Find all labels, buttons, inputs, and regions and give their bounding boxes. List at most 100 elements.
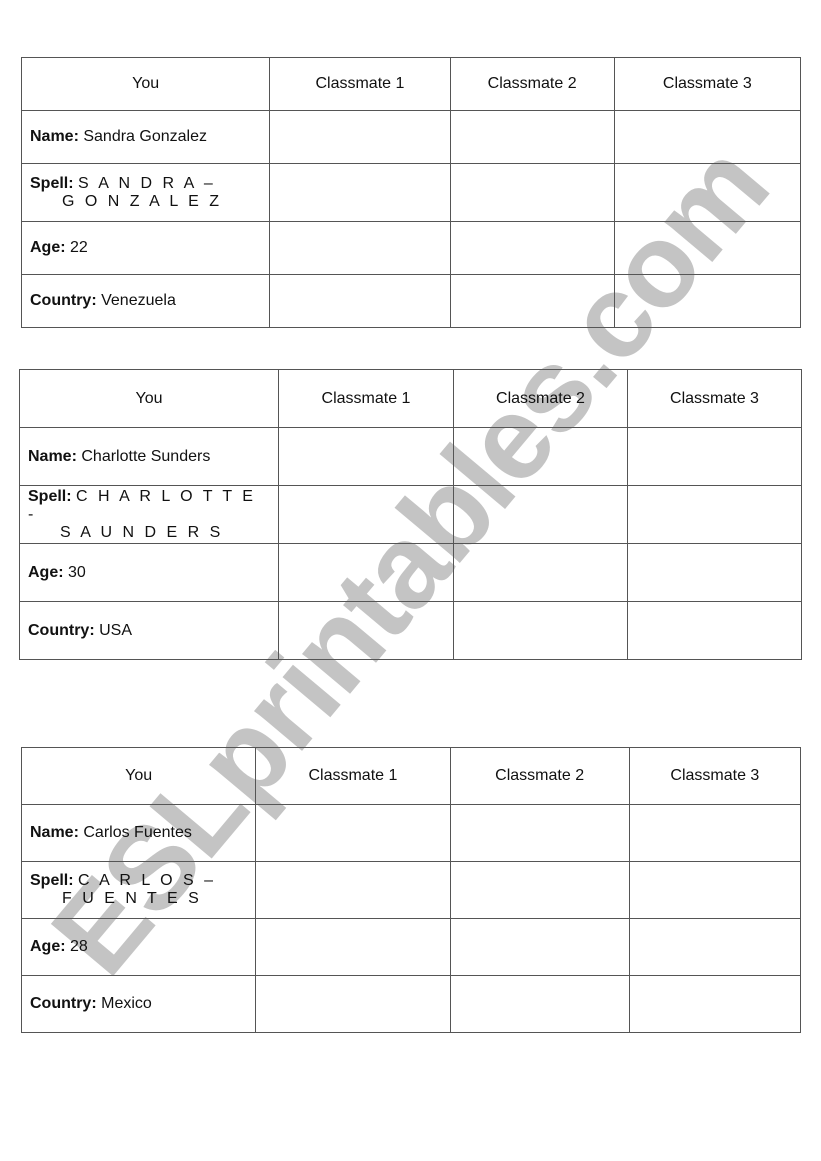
classmate-3-name-cell[interactable]: [627, 427, 802, 486]
age-label: Age:: [28, 563, 64, 581]
classmate-2-country-cell[interactable]: [453, 601, 628, 660]
spell-value-line2: G O N Z A L E Z: [62, 192, 222, 210]
classmate-1-spell-cell[interactable]: [255, 861, 451, 919]
header-classmate-2: Classmate 2: [449, 747, 630, 805]
name-label: Name:: [30, 824, 79, 841]
header-you: You: [19, 369, 279, 428]
classmate-1-age-cell[interactable]: [269, 221, 451, 275]
header-classmate-1: Classmate 1: [278, 369, 454, 428]
classmate-1-age-cell[interactable]: [255, 918, 451, 976]
spell-cell: Spell: C A R L O S – F U E N T E S: [20, 861, 257, 919]
age-label: Age:: [30, 239, 66, 256]
name-cell: Name: Charlotte Sunders: [19, 427, 279, 486]
age-value: 30: [68, 563, 86, 581]
name-cell: Name: Sandra Gonzalez: [20, 110, 271, 164]
header-row: You Classmate 1 Classmate 2 Classmate 3: [20, 57, 802, 111]
country-label: Country:: [30, 292, 97, 309]
classmate-2-spell-cell[interactable]: [449, 163, 615, 222]
country-label: Country:: [28, 621, 95, 639]
country-value: USA: [99, 621, 133, 639]
classmate-2-spell-cell[interactable]: [449, 861, 630, 919]
classmate-1-name-cell[interactable]: [255, 804, 451, 862]
name-value: Sandra Gonzalez: [83, 128, 207, 145]
classmate-2-name-cell[interactable]: [449, 804, 630, 862]
country-row: Country: USA: [19, 601, 802, 660]
classmate-3-name-cell[interactable]: [613, 110, 802, 164]
country-row: Country: Mexico: [20, 975, 802, 1033]
classmate-2-age-cell[interactable]: [449, 221, 615, 275]
spell-value-line1: S A N D R A –: [78, 174, 216, 192]
classmate-2-age-cell[interactable]: [449, 918, 630, 976]
classmate-2-country-cell[interactable]: [449, 975, 630, 1033]
classmate-3-age-cell[interactable]: [627, 543, 802, 602]
age-row: Age: 22: [20, 221, 802, 275]
spell-value-line2: S A U N D E R S: [60, 523, 224, 541]
spell-label: Spell:: [28, 487, 72, 505]
country-value: Mexico: [101, 995, 152, 1012]
classmate-1-country-cell[interactable]: [269, 274, 451, 328]
country-cell: Country: Venezuela: [20, 274, 271, 328]
classmate-2-country-cell[interactable]: [449, 274, 615, 328]
classmate-1-name-cell[interactable]: [278, 427, 454, 486]
age-row: Age: 30: [19, 543, 802, 602]
country-label: Country:: [30, 995, 97, 1012]
classmate-2-spell-cell[interactable]: [453, 485, 628, 544]
name-row: Name: Charlotte Sunders: [19, 427, 802, 486]
classmate-2-age-cell[interactable]: [453, 543, 628, 602]
spell-cell: Spell: S A N D R A – G O N Z A L E Z: [20, 163, 271, 222]
classmate-3-spell-cell[interactable]: [613, 163, 802, 222]
classmate-1-spell-cell[interactable]: [269, 163, 451, 222]
age-value: 22: [70, 239, 88, 256]
age-cell: Age: 30: [19, 543, 279, 602]
header-classmate-3: Classmate 3: [628, 747, 802, 805]
spell-cell: Spell: C H A R L O T T E -S A U N D E R …: [19, 485, 279, 544]
name-cell: Name: Carlos Fuentes: [20, 804, 257, 862]
spell-value-line2: F U E N T E S: [62, 890, 202, 907]
classmate-1-country-cell[interactable]: [255, 975, 451, 1033]
header-classmate-2: Classmate 2: [449, 57, 615, 111]
profile-table-1: You Classmate 1 Classmate 2 Classmate 3 …: [20, 57, 802, 328]
name-value: Carlos Fuentes: [83, 824, 192, 841]
classmate-3-age-cell[interactable]: [628, 918, 802, 976]
age-row: Age: 28: [20, 918, 802, 976]
age-label: Age:: [30, 938, 66, 955]
header-classmate-3: Classmate 3: [627, 369, 802, 428]
spell-row: Spell: C H A R L O T T E -S A U N D E R …: [19, 485, 802, 544]
header-row: You Classmate 1 Classmate 2 Classmate 3: [20, 747, 802, 805]
classmate-1-country-cell[interactable]: [278, 601, 454, 660]
header-you: You: [20, 57, 271, 111]
classmate-1-spell-cell[interactable]: [278, 485, 454, 544]
profile-table-3: You Classmate 1 Classmate 2 Classmate 3 …: [20, 747, 802, 1033]
spell-row: Spell: S A N D R A – G O N Z A L E Z: [20, 163, 802, 222]
classmate-3-country-cell[interactable]: [613, 274, 802, 328]
name-label: Name:: [30, 128, 79, 145]
classmate-3-country-cell[interactable]: [627, 601, 802, 660]
spell-label: Spell:: [30, 872, 74, 889]
classmate-3-country-cell[interactable]: [628, 975, 802, 1033]
profile-table-2: You Classmate 1 Classmate 2 Classmate 3 …: [19, 369, 802, 660]
classmate-1-age-cell[interactable]: [278, 543, 454, 602]
name-label: Name:: [28, 447, 77, 465]
classmate-3-spell-cell[interactable]: [627, 485, 802, 544]
classmate-3-name-cell[interactable]: [628, 804, 802, 862]
age-value: 28: [70, 938, 88, 955]
classmate-2-name-cell[interactable]: [453, 427, 628, 486]
classmate-2-name-cell[interactable]: [449, 110, 615, 164]
header-classmate-2: Classmate 2: [453, 369, 628, 428]
classmate-1-name-cell[interactable]: [269, 110, 451, 164]
header-you: You: [20, 747, 257, 805]
header-classmate-3: Classmate 3: [613, 57, 802, 111]
spell-label: Spell:: [30, 174, 74, 192]
classmate-3-age-cell[interactable]: [613, 221, 802, 275]
country-row: Country: Venezuela: [20, 274, 802, 328]
country-value: Venezuela: [101, 292, 176, 309]
name-row: Name: Carlos Fuentes: [20, 804, 802, 862]
classmate-3-spell-cell[interactable]: [628, 861, 802, 919]
country-cell: Country: Mexico: [20, 975, 257, 1033]
name-value: Charlotte Sunders: [81, 447, 211, 465]
header-classmate-1: Classmate 1: [269, 57, 451, 111]
spell-value-line1: C A R L O S –: [78, 872, 217, 889]
country-cell: Country: USA: [19, 601, 279, 660]
age-cell: Age: 28: [20, 918, 257, 976]
name-row: Name: Sandra Gonzalez: [20, 110, 802, 164]
